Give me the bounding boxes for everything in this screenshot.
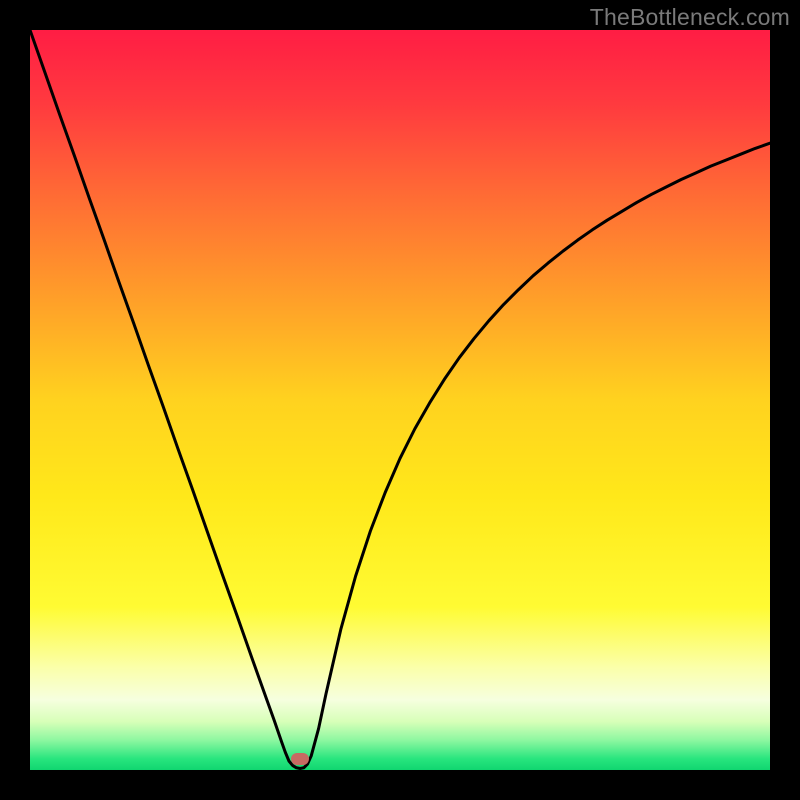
chart-frame: TheBottleneck.com [0, 0, 800, 800]
bottleneck-curve [30, 30, 770, 770]
watermark-text: TheBottleneck.com [590, 4, 790, 31]
optimal-point-marker [291, 753, 309, 765]
plot-area [30, 30, 770, 770]
